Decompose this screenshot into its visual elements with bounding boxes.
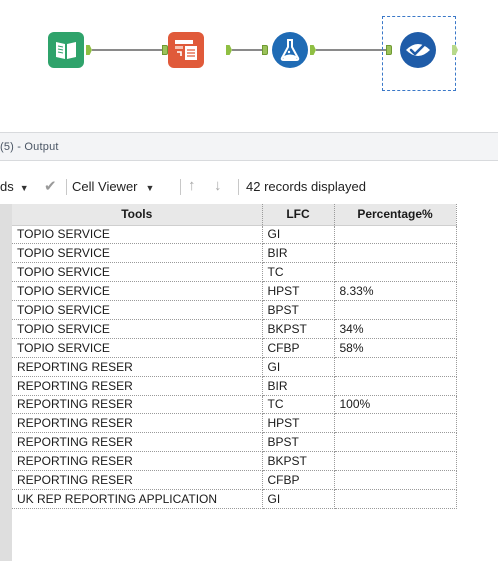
table-row[interactable]: REPORTING RESER BPST (12, 432, 457, 453)
results-title: (5) - Output (0, 141, 59, 153)
connection-line[interactable] (232, 49, 262, 51)
table-row[interactable]: TOPIO SERVICE TC (12, 262, 457, 283)
workflow-canvas[interactable] (0, 0, 498, 132)
cell-tools[interactable]: TOPIO SERVICE (12, 338, 263, 358)
cell-lfc[interactable]: BIR (262, 243, 335, 264)
cell-lfc[interactable]: HPST (262, 413, 335, 434)
cell-lfc[interactable]: GI (262, 357, 335, 377)
cell-lfc[interactable]: BPST (262, 432, 335, 453)
cell-tools[interactable]: TOPIO SERVICE (12, 225, 263, 245)
cell-viewer-dropdown[interactable]: Cell Viewer ▼ (72, 179, 154, 194)
cell-tools[interactable]: TOPIO SERVICE (12, 300, 263, 320)
cell-tools[interactable]: REPORTING RESER (12, 451, 263, 472)
cell-percentage[interactable]: 34% (334, 319, 457, 339)
cell-percentage[interactable] (334, 300, 457, 320)
table-row[interactable]: REPORTING RESER BKPST (12, 451, 457, 472)
chevron-down-icon: ▼ (19, 183, 29, 193)
checkmark-icon[interactable]: ✔ (44, 177, 57, 195)
cell-percentage[interactable] (334, 225, 457, 245)
cell-viewer-label: Cell Viewer (72, 179, 138, 194)
cell-tools[interactable]: REPORTING RESER (12, 432, 263, 453)
cell-tools[interactable]: TOPIO SERVICE (12, 243, 263, 264)
cell-percentage[interactable]: 100% (334, 395, 457, 415)
cell-lfc[interactable]: GI (262, 489, 335, 509)
select-tool[interactable] (168, 32, 204, 68)
cell-percentage[interactable] (334, 451, 457, 472)
input-anchor[interactable] (262, 45, 268, 55)
cell-tools[interactable]: TOPIO SERVICE (12, 319, 263, 339)
cell-lfc[interactable]: CFBP (262, 470, 335, 490)
column-header-percentage[interactable]: Percentage% (334, 204, 457, 226)
data-table[interactable]: Tools LFC Percentage% TOPIO SERVICE GI TOP… (12, 204, 457, 509)
cell-lfc[interactable]: BKPST (262, 319, 335, 339)
cell-percentage[interactable] (334, 376, 457, 396)
flask-icon (280, 39, 300, 61)
cell-lfc[interactable]: GI (262, 225, 335, 245)
table-row[interactable]: UK REP REPORTING APPLICATION GI (12, 489, 457, 509)
cell-tools[interactable]: REPORTING RESER (12, 395, 263, 415)
chevron-down-icon: ▼ (145, 183, 155, 193)
output-anchor[interactable] (452, 45, 458, 55)
results-header: (5) - Output (0, 132, 498, 161)
cell-lfc[interactable]: TC (262, 395, 335, 415)
cell-tools[interactable]: TOPIO SERVICE (12, 262, 263, 283)
cell-lfc[interactable]: BPST (262, 300, 335, 320)
cell-percentage[interactable] (334, 489, 457, 509)
connection-line[interactable] (316, 49, 386, 51)
cell-percentage[interactable] (334, 357, 457, 377)
table-row[interactable]: REPORTING RESER HPST (12, 413, 457, 434)
table-row[interactable]: TOPIO SERVICE BKPST 34% (12, 319, 457, 339)
cell-percentage[interactable] (334, 432, 457, 453)
cell-lfc[interactable]: CFBP (262, 338, 335, 358)
table-row[interactable]: REPORTING RESER BIR (12, 376, 457, 396)
cell-percentage[interactable] (334, 413, 457, 434)
cell-tools[interactable]: REPORTING RESER (12, 413, 263, 434)
toolbar-divider (180, 179, 181, 195)
cell-tools[interactable]: UK REP REPORTING APPLICATION (12, 489, 263, 509)
fields-dropdown[interactable]: ds ▼ (0, 179, 29, 194)
table-row[interactable]: REPORTING RESER TC 100% (12, 395, 457, 415)
connection-line[interactable] (92, 49, 162, 51)
cell-percentage[interactable] (334, 470, 457, 490)
cell-percentage[interactable]: 58% (334, 338, 457, 358)
row-gutter (0, 204, 12, 561)
formula-tool[interactable] (272, 32, 308, 68)
column-header-lfc[interactable]: LFC (262, 204, 335, 226)
cell-percentage[interactable]: 8.33% (334, 281, 457, 302)
cell-percentage[interactable] (334, 243, 457, 264)
results-toolbar: ds ▼ ✔ Cell Viewer ▼ ↑ ↓ 42 records displa… (0, 175, 498, 199)
book-icon (56, 42, 76, 59)
table-row[interactable]: TOPIO SERVICE GI (12, 225, 457, 245)
fields-label: ds (0, 179, 14, 194)
toolbar-divider (66, 179, 67, 195)
cell-lfc[interactable]: TC (262, 262, 335, 283)
results-grid[interactable]: Tools LFC Percentage% TOPIO SERVICE GI TOP… (0, 204, 498, 561)
arrow-down-icon[interactable]: ↓ (214, 177, 222, 194)
cell-tools[interactable]: TOPIO SERVICE (12, 281, 263, 302)
arrow-up-icon[interactable]: ↑ (188, 177, 196, 194)
records-count: 42 records displayed (246, 179, 366, 194)
table-row[interactable]: TOPIO SERVICE BIR (12, 243, 457, 264)
table-row[interactable]: REPORTING RESER CFBP (12, 470, 457, 490)
cell-percentage[interactable] (334, 262, 457, 283)
cell-lfc[interactable]: HPST (262, 281, 335, 302)
cell-lfc[interactable]: BIR (262, 376, 335, 396)
table-row[interactable]: TOPIO SERVICE HPST 8.33% (12, 281, 457, 302)
cell-tools[interactable]: REPORTING RESER (12, 470, 263, 490)
cell-tools[interactable]: REPORTING RESER (12, 357, 263, 377)
table-row[interactable]: TOPIO SERVICE BPST (12, 300, 457, 320)
toolbar-divider (238, 179, 239, 195)
browse-tool[interactable] (400, 32, 436, 68)
cell-tools[interactable]: REPORTING RESER (12, 376, 263, 396)
header-row: Tools LFC Percentage% (12, 204, 457, 226)
column-header-tools[interactable]: Tools (12, 204, 263, 226)
input-data-tool[interactable] (48, 32, 84, 68)
table-row[interactable]: REPORTING RESER GI (12, 357, 457, 377)
check-eye-icon (406, 43, 430, 56)
cell-lfc[interactable]: BKPST (262, 451, 335, 472)
table-row[interactable]: TOPIO SERVICE CFBP 58% (12, 338, 457, 358)
table-select-icon (175, 40, 197, 60)
